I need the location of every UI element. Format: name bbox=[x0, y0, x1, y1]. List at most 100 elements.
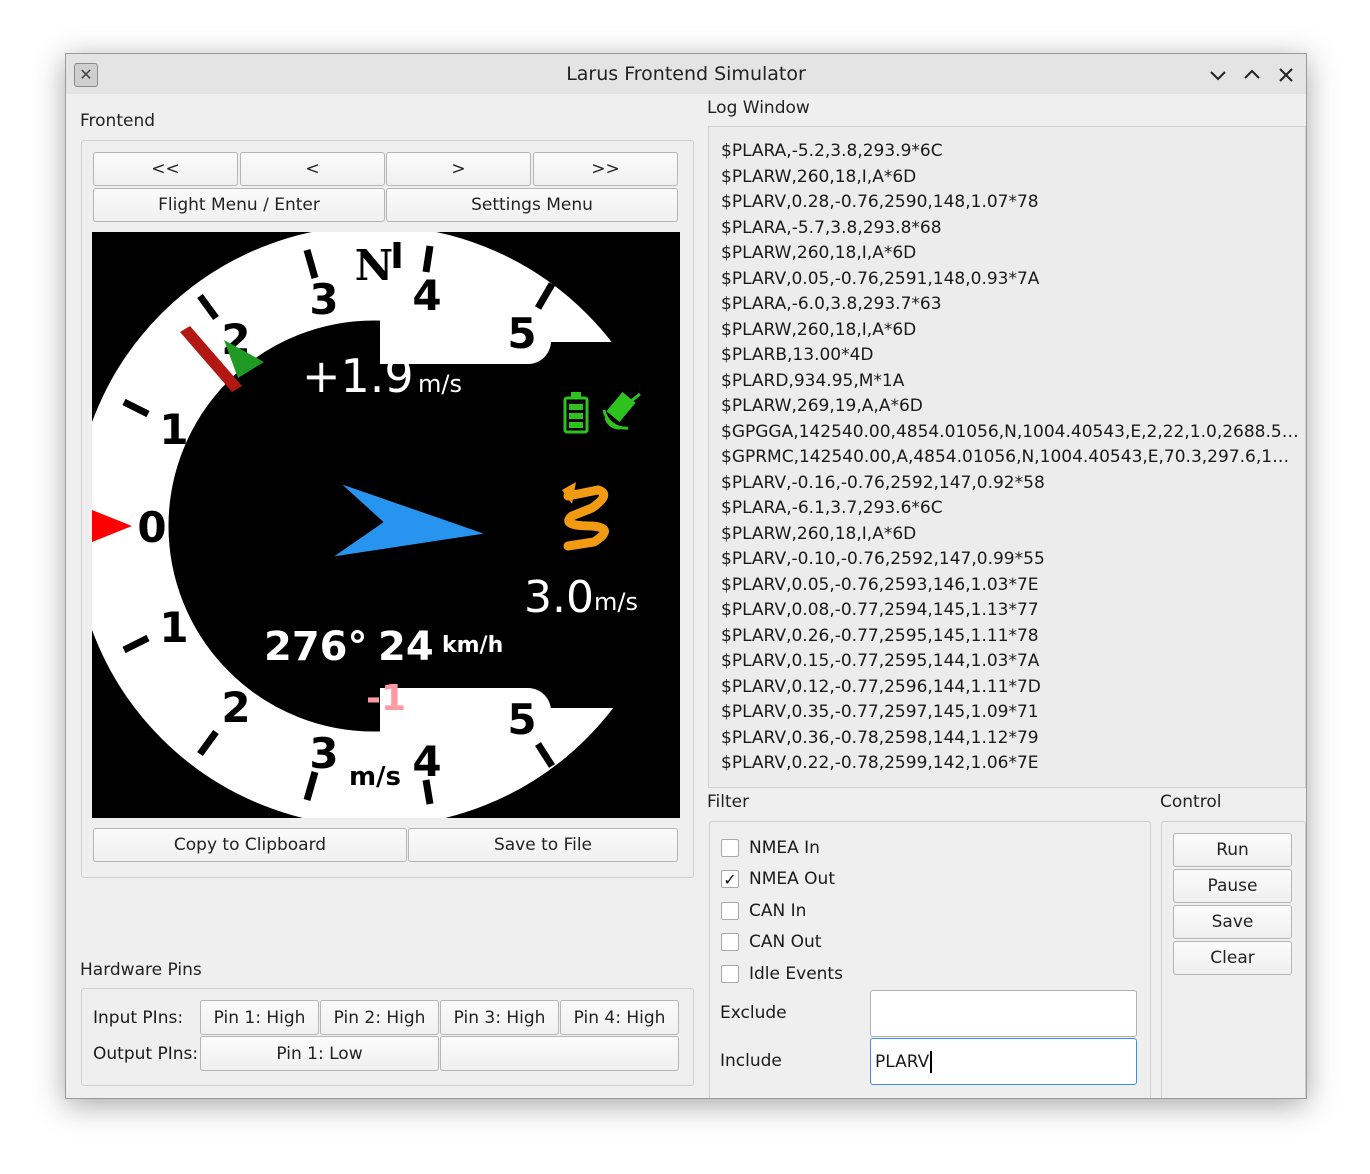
speed-value: 24 bbox=[378, 624, 434, 670]
idle-events-label: Idle Events bbox=[749, 964, 843, 984]
log-line: $PLARV,0.36,-0.78,2598,144,1.12*79 bbox=[721, 727, 1039, 748]
log-line: $PLARV,0.05,-0.76,2593,146,1.03*7E bbox=[721, 574, 1039, 595]
filter-nmea-out[interactable]: ✓ NMEA Out bbox=[721, 867, 835, 891]
filter-nmea-in[interactable]: NMEA In bbox=[721, 836, 820, 860]
hardware-pins-label: Hardware Pins bbox=[80, 960, 202, 980]
log-line: $PLARW,260,18,I,A*6D bbox=[721, 523, 917, 544]
close-icon[interactable] bbox=[1275, 64, 1297, 86]
window-title: Larus Frontend Simulator bbox=[566, 63, 806, 85]
log-line: $PLARD,934.95,M*1A bbox=[721, 370, 905, 391]
log-line: $PLARV,0.08,-0.77,2594,145,1.13*77 bbox=[721, 600, 1039, 620]
scale-upper-3: 3 bbox=[309, 275, 338, 324]
input-pins-label: Input PIns: bbox=[93, 1008, 184, 1028]
include-input[interactable]: PLARV bbox=[870, 1038, 1137, 1085]
pause-button[interactable]: Pause bbox=[1173, 869, 1292, 903]
nav-next-button[interactable]: > bbox=[386, 152, 531, 186]
compass-north: N bbox=[355, 241, 393, 290]
maximize-icon[interactable] bbox=[1241, 64, 1263, 86]
run-button[interactable]: Run bbox=[1173, 833, 1292, 867]
log-line: $PLARB,13.00*4D bbox=[721, 345, 874, 365]
log-line: $PLARA,-6.0,3.8,293.7*63 bbox=[721, 294, 942, 314]
settings-menu-button[interactable]: Settings Menu bbox=[386, 188, 678, 222]
log-line: $PLARV,-0.16,-0.76,2592,147,0.92*58 bbox=[721, 472, 1045, 493]
log-line: $PLARV,0.12,-0.77,2596,144,1.11*7D bbox=[721, 676, 1041, 697]
log-line: $PLARV,0.15,-0.77,2595,144,1.03*7A bbox=[721, 651, 1040, 671]
log-line: $PLARA,-5.2,3.8,293.9*6C bbox=[721, 141, 943, 161]
nmea-in-label: NMEA In bbox=[749, 838, 820, 858]
input-pin-1-button[interactable]: Pin 1: High bbox=[200, 1000, 319, 1035]
flight-menu-button[interactable]: Flight Menu / Enter bbox=[93, 188, 385, 222]
scale-lower-4: 4 bbox=[412, 737, 441, 786]
log-line: $PLARW,260,18,I,A*6D bbox=[721, 243, 917, 263]
scale-upper-4: 4 bbox=[412, 271, 441, 320]
scale-lower-3: 3 bbox=[309, 729, 338, 778]
nmea-out-checkbox[interactable]: ✓ bbox=[721, 870, 739, 889]
log-line: $PLARA,-5.7,3.8,293.8*68 bbox=[721, 217, 942, 238]
clear-button[interactable]: Clear bbox=[1173, 941, 1292, 975]
exclude-label: Exclude bbox=[720, 1003, 787, 1023]
output-pin-1-button[interactable]: Pin 1: Low bbox=[200, 1036, 439, 1071]
log-line: $PLARV,0.28,-0.76,2590,148,1.07*78 bbox=[721, 192, 1039, 212]
speed-unit: km/h bbox=[442, 633, 503, 658]
bottom-value: -1 bbox=[366, 678, 406, 719]
idle-events-checkbox[interactable] bbox=[721, 965, 739, 983]
input-pin-3-button[interactable]: Pin 3: High bbox=[440, 1000, 559, 1035]
save-button[interactable]: Save bbox=[1173, 905, 1292, 939]
average-value: 3.0 bbox=[524, 572, 594, 623]
vario-value: +1.9 bbox=[302, 349, 414, 403]
can-out-label: CAN Out bbox=[749, 932, 822, 952]
text-caret bbox=[930, 1050, 933, 1073]
log-line: $PLARW,260,18,I,A*6D bbox=[721, 166, 917, 187]
output-pin-2-button[interactable] bbox=[440, 1036, 679, 1071]
log-window[interactable]: $PLARA,-5.2,3.8,293.9*6C $PLARW,260,18,I… bbox=[708, 126, 1306, 788]
nmea-in-checkbox[interactable] bbox=[721, 839, 739, 857]
scale-left-1-lower: 1 bbox=[159, 603, 188, 652]
log-line: $PLARW,260,18,I,A*6D bbox=[721, 319, 917, 340]
title-bar: ✕ Larus Frontend Simulator bbox=[66, 54, 1306, 94]
filter-can-in[interactable]: CAN In bbox=[721, 899, 806, 923]
filter-can-out[interactable]: CAN Out bbox=[721, 930, 821, 954]
can-in-label: CAN In bbox=[749, 901, 807, 921]
copy-to-clipboard-button[interactable]: Copy to Clipboard bbox=[93, 828, 407, 862]
can-in-checkbox[interactable] bbox=[721, 902, 739, 920]
scale-lower-5: 5 bbox=[507, 695, 536, 744]
input-pin-2-button[interactable]: Pin 2: High bbox=[320, 1000, 439, 1035]
nmea-out-label: NMEA Out bbox=[749, 869, 835, 889]
average-unit: m/s bbox=[594, 588, 638, 616]
log-line: $PLARA,-6.1,3.7,293.6*6C bbox=[721, 498, 943, 518]
filter-idle-events[interactable]: Idle Events bbox=[721, 962, 843, 986]
log-line: $PLARV,0.35,-0.77,2597,145,1.09*71 bbox=[721, 702, 1039, 722]
nav-last-button[interactable]: >> bbox=[533, 152, 678, 186]
control-label: Control bbox=[1160, 792, 1222, 812]
log-line: $PLARV,0.26,-0.77,2595,145,1.11*78 bbox=[721, 625, 1039, 646]
instrument-display[interactable]: N 3 4 5 2 1 0 1 2 3 4 5 m/s +1.9 m/s 3.0… bbox=[92, 232, 680, 818]
heading-value: 276° bbox=[264, 624, 368, 670]
log-line: $PLARV,-0.10,-0.76,2592,147,0.99*55 bbox=[721, 549, 1045, 569]
log-line: $PLARW,269,19,A,A*6D bbox=[721, 396, 923, 416]
minimize-icon[interactable] bbox=[1207, 64, 1229, 86]
log-line: $GPRMC,142540.00,A,4854.01056,N,1004.405… bbox=[721, 447, 1299, 467]
include-label: Include bbox=[720, 1051, 782, 1071]
log-line: $PLARV,0.05,-0.76,2591,148,0.93*7A bbox=[721, 268, 1040, 289]
save-to-file-button[interactable]: Save to File bbox=[408, 828, 678, 862]
log-line: $GPGGA,142540.00,4854.01056,N,1004.40543… bbox=[721, 421, 1299, 442]
wind-arrow bbox=[329, 481, 489, 559]
scale-left-2-lower: 2 bbox=[221, 683, 250, 732]
vario-unit: m/s bbox=[418, 370, 462, 398]
scale-unit: m/s bbox=[349, 762, 401, 792]
scale-left-0: 0 bbox=[137, 503, 166, 552]
can-out-checkbox[interactable] bbox=[721, 933, 739, 951]
nav-prev-button[interactable]: < bbox=[240, 152, 385, 186]
filter-label: Filter bbox=[707, 792, 750, 812]
output-pins-label: Output PIns: bbox=[93, 1044, 199, 1064]
input-pin-4-button[interactable]: Pin 4: High bbox=[560, 1000, 679, 1035]
exclude-input[interactable] bbox=[870, 990, 1137, 1037]
nav-first-button[interactable]: << bbox=[93, 152, 238, 186]
app-window: ✕ Larus Frontend Simulator Frontend << <… bbox=[65, 53, 1307, 1099]
log-line: $PLARV,0.22,-0.78,2599,142,1.06*7E bbox=[721, 753, 1039, 773]
log-window-label: Log Window bbox=[707, 98, 810, 118]
frontend-label: Frontend bbox=[80, 111, 156, 131]
scale-upper-5: 5 bbox=[507, 309, 536, 358]
include-input-value: PLARV bbox=[875, 1051, 930, 1072]
scale-left-1-upper: 1 bbox=[159, 405, 188, 454]
